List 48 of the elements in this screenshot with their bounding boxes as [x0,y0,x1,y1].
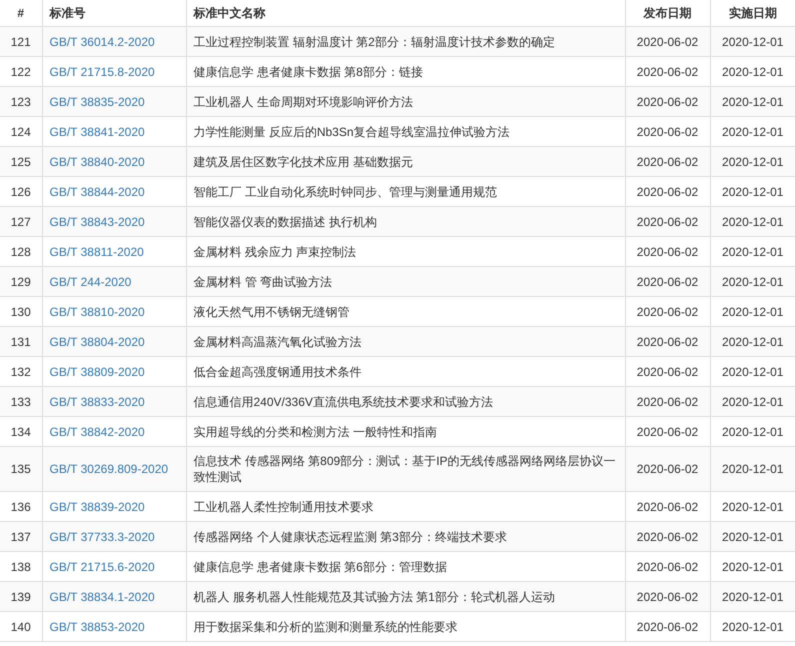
standard-name: 传感器网络 个人健康状态远程监测 第3部分：终端技术要求 [186,522,625,552]
effective-date: 2020-12-01 [710,582,795,612]
row-number: 125 [0,146,42,176]
row-number: 129 [0,266,42,296]
row-number: 135 [0,446,42,492]
column-header: 标准号 [42,0,186,26]
publish-date: 2020-06-02 [625,326,710,356]
effective-date: 2020-12-01 [710,146,795,176]
column-header: # [0,0,42,26]
row-number: 127 [0,206,42,236]
publish-date: 2020-06-02 [625,266,710,296]
effective-date: 2020-12-01 [710,26,795,56]
publish-date: 2020-06-02 [625,146,710,176]
column-header: 实施日期 [710,0,795,26]
standard-name: 机器人 服务机器人性能规范及其试验方法 第1部分：轮式机器人运动 [186,582,625,612]
row-number: 121 [0,26,42,56]
publish-date: 2020-06-02 [625,582,710,612]
publish-date: 2020-06-02 [625,206,710,236]
standard-name: 工业过程控制装置 辐射温度计 第2部分：辐射温度计技术参数的确定 [186,26,625,56]
publish-date: 2020-06-02 [625,446,710,492]
column-header: 发布日期 [625,0,710,26]
publish-date: 2020-06-02 [625,612,710,642]
publish-date: 2020-06-02 [625,522,710,552]
row-number: 123 [0,86,42,116]
publish-date: 2020-06-02 [625,386,710,416]
effective-date: 2020-12-01 [710,206,795,236]
row-number: 139 [0,582,42,612]
standard-name: 用于数据采集和分析的监测和测量系统的性能要求 [186,612,625,642]
publish-date: 2020-06-02 [625,26,710,56]
standard-name: 金属材料高温蒸汽氧化试验方法 [186,326,625,356]
publish-date: 2020-06-02 [625,86,710,116]
effective-date: 2020-12-01 [710,266,795,296]
standard-name: 信息通信用240V/336V直流供电系统技术要求和试验方法 [186,386,625,416]
standard-name: 建筑及居住区数字化技术应用 基础数据元 [186,146,625,176]
standard-name: 智能仪器仪表的数据描述 执行机构 [186,206,625,236]
effective-date: 2020-12-01 [710,386,795,416]
effective-date: 2020-12-01 [710,446,795,492]
standard-name: 工业机器人 生命周期对环境影响评价方法 [186,86,625,116]
effective-date: 2020-12-01 [710,326,795,356]
row-number: 131 [0,326,42,356]
row-number: 137 [0,522,42,552]
effective-date: 2020-12-01 [710,86,795,116]
row-number: 140 [0,612,42,642]
column-header: 标准中文名称 [186,0,625,26]
standard-name: 金属材料 管 弯曲试验方法 [186,266,625,296]
effective-date: 2020-12-01 [710,522,795,552]
row-number: 133 [0,386,42,416]
standard-name: 信息技术 传感器网络 第809部分：测试：基于IP的无线传感器网络网络层协议一致性测试 [186,446,625,492]
